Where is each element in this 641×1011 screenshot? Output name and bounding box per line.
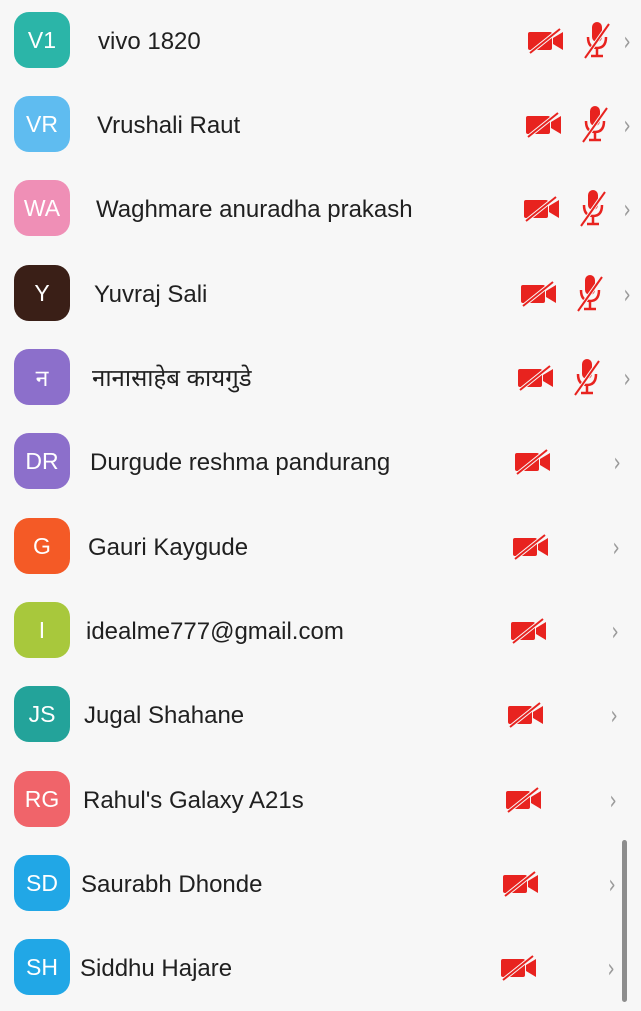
participant-row[interactable]: DR Durgude reshma pandurang › bbox=[0, 421, 641, 505]
avatar: SH bbox=[14, 939, 70, 995]
video-off-icon[interactable] bbox=[527, 27, 565, 55]
mic-off-icon[interactable] bbox=[580, 104, 610, 144]
video-off-icon[interactable] bbox=[525, 111, 563, 139]
avatar: न bbox=[14, 349, 70, 405]
mic-off-icon[interactable] bbox=[582, 20, 612, 60]
video-off-icon[interactable] bbox=[512, 533, 550, 561]
avatar: SD bbox=[14, 855, 70, 911]
participant-row[interactable]: V1 vivo 1820 › bbox=[0, 0, 641, 84]
participant-row[interactable]: SH Siddhu Hajare › bbox=[0, 927, 641, 1011]
participant-row[interactable]: SD Saurabh Dhonde › bbox=[0, 843, 641, 927]
avatar: V1 bbox=[14, 12, 70, 68]
video-off-icon[interactable] bbox=[505, 786, 543, 814]
avatar: DR bbox=[14, 433, 70, 489]
participant-name: नानासाहेब कायगुडे bbox=[92, 365, 252, 392]
participant-row[interactable]: Iidealme777@gmail.com › bbox=[0, 590, 641, 674]
participant-row[interactable]: RG Rahul's Galaxy A21s › bbox=[0, 759, 641, 843]
chevron-right-icon[interactable]: › bbox=[610, 759, 617, 843]
mic-off-icon[interactable] bbox=[575, 273, 605, 313]
video-off-icon[interactable] bbox=[500, 954, 538, 982]
chevron-right-icon[interactable]: › bbox=[611, 674, 618, 758]
chevron-right-icon[interactable]: › bbox=[624, 0, 631, 84]
mic-off-icon[interactable] bbox=[578, 188, 608, 228]
participant-row[interactable]: G Gauri Kaygude › bbox=[0, 506, 641, 590]
video-off-icon[interactable] bbox=[514, 448, 552, 476]
avatar: Y bbox=[14, 265, 70, 321]
participant-name: Rahul's Galaxy A21s bbox=[83, 787, 304, 814]
participant-row[interactable]: WA Waghmare anuradha prakash › bbox=[0, 168, 641, 252]
participant-row[interactable]: Y Yuvraj Sali › bbox=[0, 253, 641, 337]
participant-name: idealme777@gmail.com bbox=[86, 618, 344, 645]
participant-list: V1 vivo 1820 › VR Vrushali Raut › WA Waghmare… bbox=[0, 0, 641, 1002]
participant-name: Waghmare anuradha prakash bbox=[96, 196, 413, 223]
video-off-icon[interactable] bbox=[523, 195, 561, 223]
chevron-right-icon[interactable]: › bbox=[608, 927, 615, 1011]
avatar: VR bbox=[14, 96, 70, 152]
chevron-right-icon[interactable]: › bbox=[612, 590, 619, 674]
participant-name: Durgude reshma pandurang bbox=[90, 449, 391, 476]
avatar: WA bbox=[14, 180, 70, 236]
avatar: RG bbox=[14, 771, 70, 827]
participant-name: vivo 1820 bbox=[98, 28, 201, 55]
chevron-right-icon[interactable]: › bbox=[609, 843, 616, 927]
avatar: G bbox=[14, 518, 70, 574]
avatar: JS bbox=[14, 686, 70, 742]
scrollbar[interactable] bbox=[622, 840, 627, 1002]
participant-name: Saurabh Dhonde bbox=[81, 871, 263, 898]
video-off-icon[interactable] bbox=[507, 701, 545, 729]
video-off-icon[interactable] bbox=[520, 280, 558, 308]
video-off-icon[interactable] bbox=[510, 617, 548, 645]
chevron-right-icon[interactable]: › bbox=[624, 337, 631, 421]
chevron-right-icon[interactable]: › bbox=[613, 506, 620, 590]
participant-name: Gauri Kaygude bbox=[88, 534, 249, 561]
avatar: I bbox=[14, 602, 70, 658]
participant-name: Vrushali Raut bbox=[97, 112, 241, 139]
chevron-right-icon[interactable]: › bbox=[624, 253, 631, 337]
participant-name: Jugal Shahane bbox=[84, 702, 245, 729]
participant-row[interactable]: VR Vrushali Raut › bbox=[0, 84, 641, 168]
chevron-right-icon[interactable]: › bbox=[624, 168, 631, 252]
chevron-right-icon[interactable]: › bbox=[614, 421, 621, 505]
participant-name: Yuvraj Sali bbox=[94, 281, 208, 308]
mic-off-icon[interactable] bbox=[572, 357, 602, 397]
chevron-right-icon[interactable]: › bbox=[624, 84, 631, 168]
video-off-icon[interactable] bbox=[502, 870, 540, 898]
participant-name: Siddhu Hajare bbox=[80, 955, 233, 982]
video-off-icon[interactable] bbox=[517, 364, 555, 392]
participant-row[interactable]: न नानासाहेब कायगुडे › bbox=[0, 337, 641, 421]
participant-row[interactable]: JS Jugal Shahane › bbox=[0, 674, 641, 758]
